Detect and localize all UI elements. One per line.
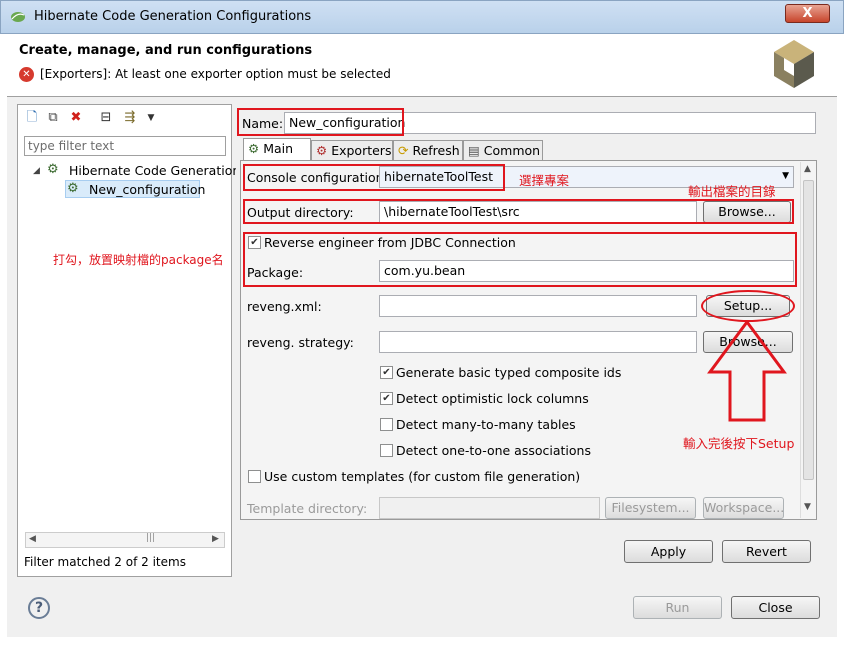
hibernate-gen-icon: ⚙: [47, 162, 59, 177]
view-menu-chevron-down-icon[interactable]: ▼: [143, 110, 159, 126]
close-button[interactable]: Close: [731, 596, 820, 619]
option-one-to-one-checkbox[interactable]: [380, 444, 393, 457]
option-many-to-many-checkbox[interactable]: [380, 418, 393, 431]
tree-item-hibernate-code-generation[interactable]: Hibernate Code Generation: [69, 163, 240, 178]
output-highlight-box: [243, 199, 794, 224]
setup-highlight-ellipse: [701, 290, 795, 322]
filter-input[interactable]: type filter text: [24, 136, 226, 156]
custom-templates-checkbox[interactable]: [248, 470, 261, 483]
console-annotation: 選擇專案: [519, 173, 570, 188]
custom-templates-label: Use custom templates (for custom file ge…: [264, 469, 581, 484]
filter-status-text: Filter matched 2 of 2 items: [24, 555, 186, 569]
filter-icon[interactable]: ⇶: [122, 110, 138, 126]
help-icon[interactable]: ?: [28, 597, 50, 619]
tab-common[interactable]: ▤ Common: [463, 140, 543, 160]
tab-refresh[interactable]: ⟳ Refresh: [393, 140, 463, 160]
reveng-strategy-input[interactable]: [379, 331, 697, 353]
tab-main-label: Main: [263, 141, 294, 156]
reveng-xml-label: reveng.xml:: [247, 299, 322, 314]
option-optimistic-lock-label: Detect optimistic lock columns: [396, 391, 589, 406]
name-highlight-box: [237, 108, 404, 136]
new-config-icon[interactable]: 🗋: [24, 110, 40, 126]
tab-exporters-label: Exporters: [331, 143, 392, 158]
hibernate-logo-icon: [774, 40, 814, 88]
scroll-right-icon[interactable]: ▶: [212, 534, 219, 544]
scroll-down-icon[interactable]: ▼: [804, 502, 811, 512]
option-optimistic-lock-checkbox[interactable]: ✔: [380, 392, 393, 405]
vertical-scrollbar[interactable]: ▲ ▼: [800, 162, 816, 518]
option-many-to-many-label: Detect many-to-many tables: [396, 417, 576, 432]
option-composite-ids-label: Generate basic typed composite ids: [396, 365, 622, 380]
output-annotation: 輸出檔案的目錄: [688, 184, 776, 199]
main-tab-icon: ⚙: [248, 141, 260, 156]
tab-main[interactable]: ⚙ Main: [243, 138, 311, 161]
tab-common-label: Common: [483, 143, 541, 158]
reveng-strategy-label: reveng. strategy:: [247, 335, 354, 350]
error-icon: ✕: [19, 67, 34, 82]
reveng-xml-input[interactable]: [379, 295, 697, 317]
tab-refresh-label: Refresh: [412, 143, 460, 158]
scroll-left-icon[interactable]: ◀: [29, 534, 36, 544]
run-button[interactable]: Run: [633, 596, 722, 619]
tree-horizontal-scrollbar[interactable]: ◀ ||| ▶: [25, 532, 225, 548]
close-window-button[interactable]: X: [785, 4, 830, 23]
option-one-to-one-label: Detect one-to-one associations: [396, 443, 591, 458]
scroll-up-icon[interactable]: ▲: [804, 164, 811, 174]
collapse-all-icon[interactable]: ⊟: [98, 110, 114, 126]
console-highlight-box: [243, 164, 505, 191]
error-message: [Exporters]: At least one exporter optio…: [40, 67, 391, 81]
refresh-icon: ⟳: [398, 143, 409, 158]
tree-expand-icon[interactable]: ◢: [33, 166, 40, 176]
option-composite-ids-checkbox[interactable]: ✔: [380, 366, 393, 379]
template-dir-input[interactable]: [379, 497, 600, 519]
package-annotation: 打勾，放置映射檔的package名: [53, 253, 224, 267]
apply-button[interactable]: Apply: [624, 540, 713, 563]
package-highlight-box: [243, 232, 797, 287]
workspace-button[interactable]: Workspace...: [703, 497, 784, 519]
setup-annotation: 輸入完後按下Setup: [683, 436, 795, 451]
exporters-icon: ⚙: [316, 143, 328, 158]
scroll-thumb[interactable]: [803, 180, 814, 480]
delete-icon[interactable]: ✖: [68, 110, 84, 126]
template-dir-label: Template directory:: [247, 501, 368, 516]
dialog-title: Create, manage, and run configurations: [19, 43, 313, 58]
arrow-up-annotation-icon: [707, 320, 787, 422]
window-title: Hibernate Code Generation Configurations: [34, 9, 312, 24]
dropdown-chevron-down-icon: ▼: [782, 171, 789, 181]
scroll-thumb-grip-icon[interactable]: |||: [146, 533, 155, 543]
common-icon: ▤: [468, 143, 480, 158]
revert-button[interactable]: Revert: [722, 540, 811, 563]
duplicate-icon[interactable]: ⧉: [45, 110, 61, 126]
config-item-icon: ⚙: [67, 181, 79, 196]
tab-exporters[interactable]: ⚙ Exporters: [311, 140, 393, 160]
tree-item-new-configuration[interactable]: New_configuration: [89, 182, 205, 197]
eclipse-leaf-icon: [11, 12, 25, 22]
filesystem-button[interactable]: Filesystem...: [605, 497, 696, 519]
